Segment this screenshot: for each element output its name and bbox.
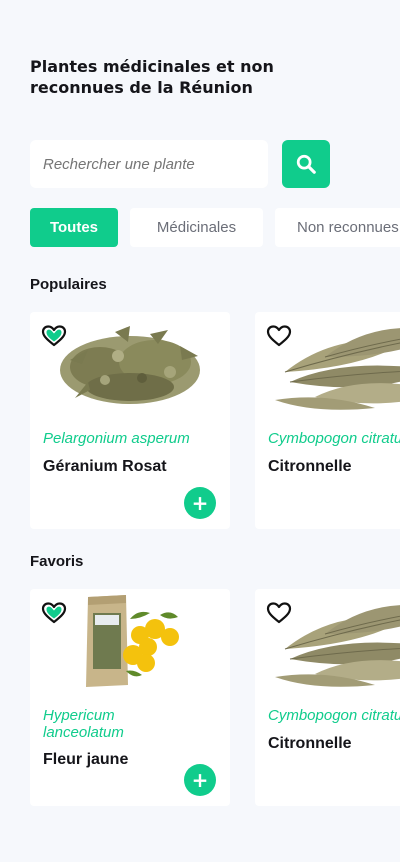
scientific-name: Pelargonium asperum [43,430,190,447]
app-screen: Plantes médicinales et non reconnues de … [0,0,400,862]
plant-card[interactable]: Hypericum lanceolatum Fleur jaune + [30,589,230,806]
plant-card[interactable]: Pelargonium asperum Géranium Rosat + [30,312,230,529]
plant-card[interactable]: Cymbopogon citratus Citronnelle [255,589,400,806]
scientific-name: Cymbopogon citratus [268,707,400,724]
filter-all[interactable]: Toutes [30,208,118,247]
favorite-heart-icon[interactable] [41,324,67,348]
filter-non-recognized[interactable]: Non reconnues [275,208,400,247]
favorite-heart-icon[interactable] [266,324,292,348]
scientific-name: Hypericum lanceolatum [43,707,124,741]
section-title-popular: Populaires [30,276,107,293]
common-name: Géranium Rosat [43,458,167,475]
search-icon [296,154,316,174]
search-button[interactable] [282,140,330,188]
common-name: Citronnelle [268,458,352,475]
add-button[interactable]: + [184,487,216,519]
add-button[interactable]: + [184,764,216,796]
plant-card[interactable]: Cymbopogon citratus Citronnelle [255,312,400,529]
filter-medicinal[interactable]: Médicinales [130,208,263,247]
favorite-heart-icon[interactable] [41,601,67,625]
section-title-favorites: Favoris [30,553,84,570]
favorite-heart-icon[interactable] [266,601,292,625]
common-name: Citronnelle [268,735,352,752]
common-name: Fleur jaune [43,751,129,768]
page-title: Plantes médicinales et non reconnues de … [30,57,274,97]
search-input[interactable] [30,140,268,188]
scientific-name: Cymbopogon citratus [268,430,400,447]
